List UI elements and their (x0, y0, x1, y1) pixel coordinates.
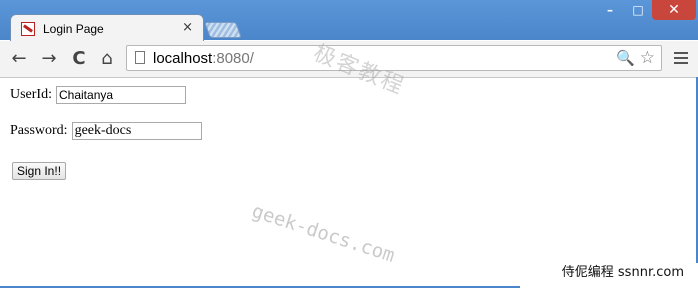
back-arrow-icon[interactable]: ← (8, 47, 30, 69)
sign-in-button[interactable]: Sign In!! (12, 162, 67, 180)
password-input[interactable] (71, 122, 202, 140)
tab-title: Login Page (43, 22, 104, 36)
forward-arrow-icon[interactable]: → (38, 47, 60, 69)
url-text: localhost:8080/ (153, 50, 254, 67)
site-badge: 侍伲编程 ssnnr.com (555, 259, 690, 282)
bookmark-star-icon[interactable]: ☆ (640, 48, 655, 68)
minimize-button[interactable]: – (596, 0, 624, 20)
maximize-button[interactable]: □ (624, 0, 652, 20)
password-row: Password: (10, 122, 202, 140)
window-controls: – □ ✕ (596, 0, 696, 22)
page-icon (135, 51, 145, 64)
zoom-icon[interactable]: 🔍 (616, 49, 635, 67)
userid-row: UserId: (10, 86, 186, 104)
password-label: Password: (10, 123, 68, 138)
reload-icon[interactable]: C (68, 47, 90, 69)
close-window-button[interactable]: ✕ (652, 0, 696, 20)
browser-window: – □ ✕ Login Page × ← → C ⌂ localhost:808… (0, 0, 698, 288)
home-icon[interactable]: ⌂ (96, 47, 118, 69)
userid-input[interactable] (56, 86, 186, 104)
tab-close-icon[interactable]: × (182, 20, 193, 35)
favicon-icon (21, 22, 35, 36)
page-content: UserId: Password: Sign In!! (0, 78, 698, 288)
title-bar: – □ ✕ Login Page × (0, 0, 698, 43)
browser-tab[interactable]: Login Page × (10, 14, 204, 43)
menu-icon[interactable] (674, 52, 688, 67)
new-tab-button[interactable] (204, 22, 242, 38)
url-host: localhost (153, 50, 213, 67)
url-port-path: :8080/ (212, 50, 254, 67)
userid-label: UserId: (10, 87, 52, 102)
